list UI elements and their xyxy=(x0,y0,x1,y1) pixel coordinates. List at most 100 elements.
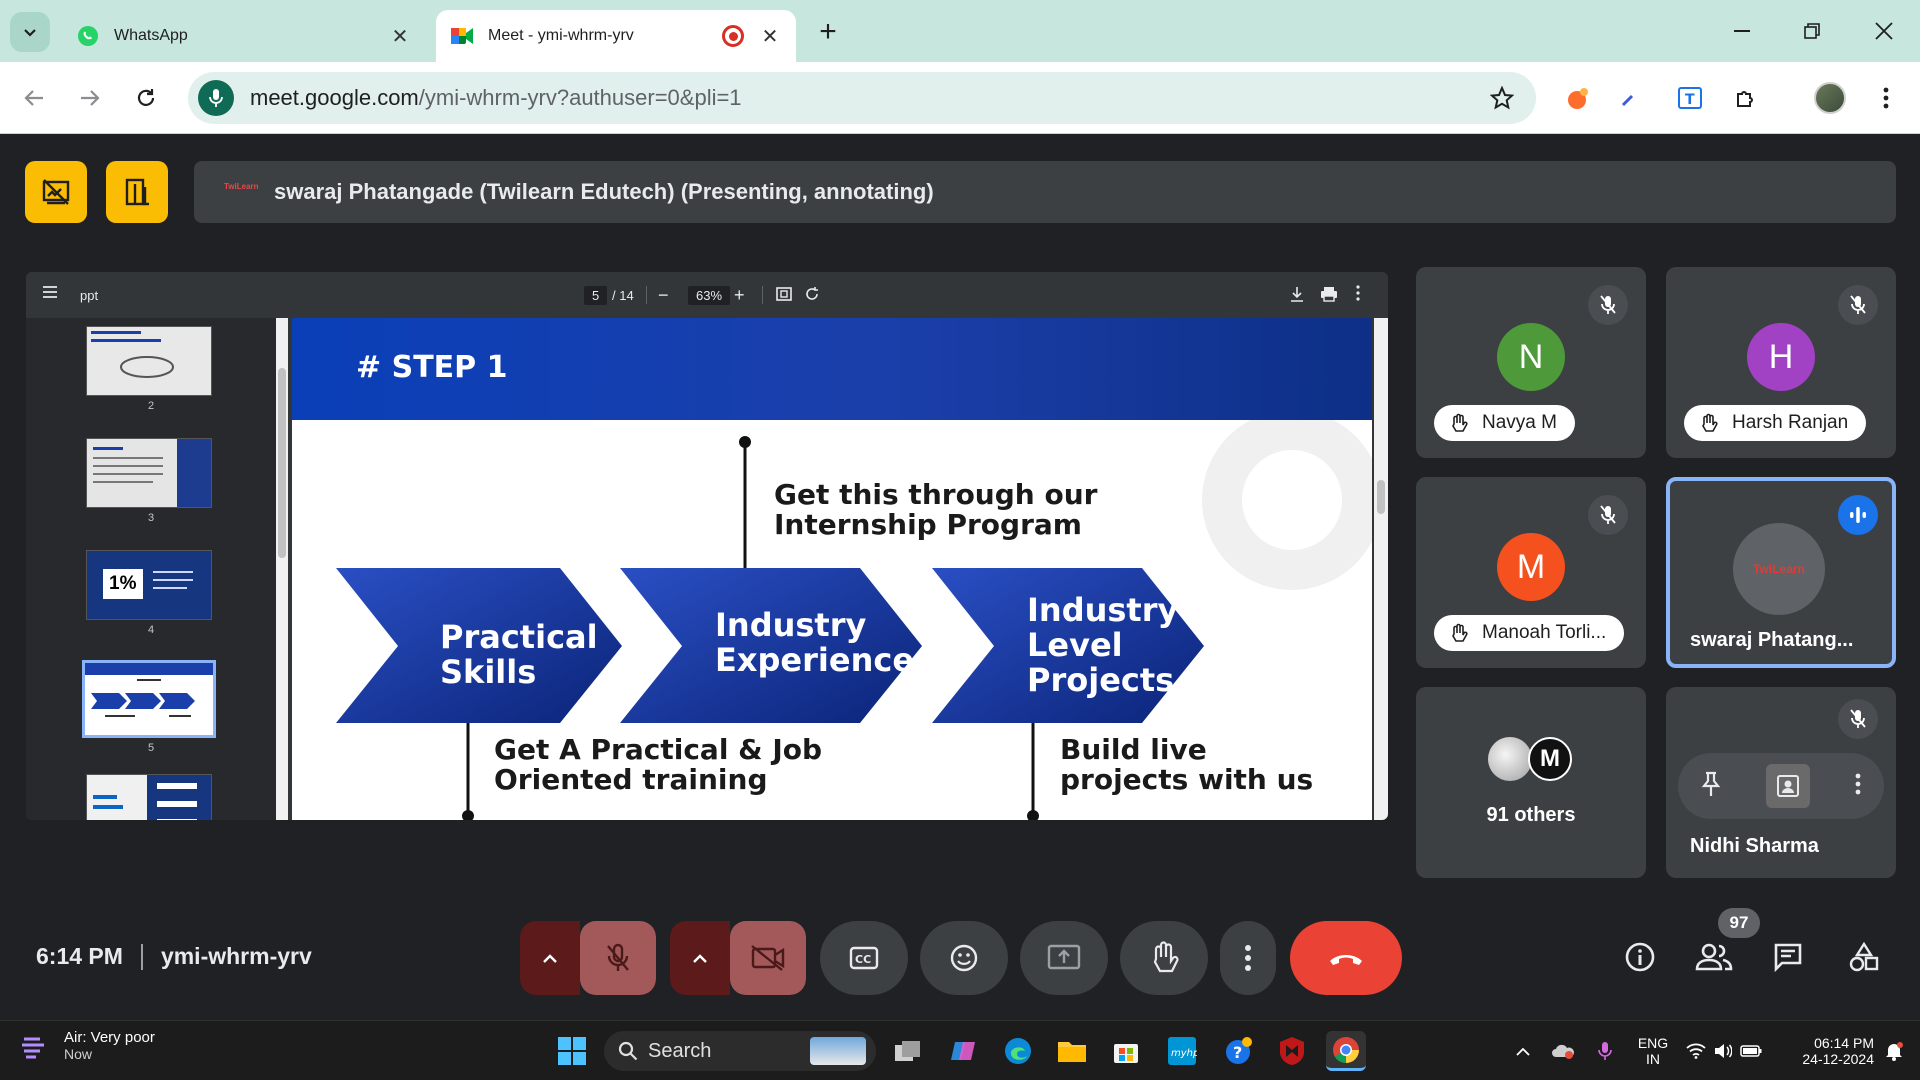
extensions-puzzle-icon[interactable] xyxy=(1726,78,1766,118)
tab-search-button[interactable] xyxy=(10,12,50,52)
captions-button[interactable]: CC xyxy=(820,921,908,995)
divider xyxy=(762,286,763,304)
page-thumbnail[interactable] xyxy=(86,326,212,396)
forward-button[interactable] xyxy=(70,78,110,118)
page-thumbnail[interactable]: 1% xyxy=(86,550,212,620)
restore-icon xyxy=(1804,23,1820,39)
rotate-icon[interactable] xyxy=(804,286,820,305)
svg-text:CC: CC xyxy=(855,953,871,966)
more-options-icon[interactable] xyxy=(1356,285,1360,304)
present-screen-button[interactable] xyxy=(1020,921,1108,995)
url-path: /ymi-whrm-yrv?authuser=0&pli=1 xyxy=(418,85,742,110)
presentation-layout-button[interactable] xyxy=(106,161,168,223)
callout-line: Oriented training xyxy=(494,763,768,796)
help-tips-icon[interactable]: ? xyxy=(1218,1031,1258,1071)
microsoft-store-icon[interactable] xyxy=(1106,1031,1146,1071)
mcafee-icon[interactable] xyxy=(1272,1031,1312,1071)
close-tab-icon[interactable]: ✕ xyxy=(758,24,782,48)
close-window-button[interactable] xyxy=(1856,10,1912,52)
notifications-bell-icon[interactable] xyxy=(1876,1021,1912,1080)
print-icon[interactable] xyxy=(1320,286,1338,305)
onedrive-icon[interactable] xyxy=(1548,1021,1578,1080)
people-button[interactable] xyxy=(1688,931,1740,983)
input-language[interactable]: ENG IN xyxy=(1628,1021,1678,1080)
minimize-button[interactable] xyxy=(1714,10,1770,52)
participant-tile[interactable]: M Manoah Torli... xyxy=(1416,477,1646,668)
microphone-tray-icon[interactable] xyxy=(1590,1021,1620,1080)
mic-off-icon xyxy=(1838,285,1878,325)
close-icon xyxy=(1875,22,1893,40)
windows-start-button[interactable] xyxy=(552,1031,592,1071)
chrome-menu-icon[interactable] xyxy=(1866,78,1906,118)
translate-extension-icon[interactable]: T xyxy=(1670,78,1710,118)
chrome-taskbar-icon[interactable] xyxy=(1326,1031,1366,1071)
address-bar[interactable]: meet.google.com/ymi-whrm-yrv?authuser=0&… xyxy=(188,72,1536,124)
close-tab-icon[interactable]: ✕ xyxy=(388,24,412,48)
leave-call-button[interactable] xyxy=(1290,921,1402,995)
zoom-out-button[interactable]: − xyxy=(658,285,669,306)
participant-tile[interactable]: N Navya M xyxy=(1416,267,1646,458)
zoom-in-button[interactable]: + xyxy=(734,285,745,306)
participant-tile[interactable]: H Harsh Ranjan xyxy=(1666,267,1896,458)
new-tab-button[interactable]: + xyxy=(812,15,844,48)
participant-avatar: TwiLearn xyxy=(1733,523,1825,615)
emoji-icon xyxy=(950,944,978,972)
participant-tile-speaking[interactable]: TwiLearn swaraj Phatang... xyxy=(1666,477,1896,668)
pen-extension-icon[interactable] xyxy=(1610,78,1650,118)
bookmark-star-icon[interactable] xyxy=(1482,78,1522,118)
url-text[interactable]: meet.google.com/ymi-whrm-yrv?authuser=0&… xyxy=(250,85,1482,111)
pdf-viewer: ppt 5 / 14 − 63% + 2 3 1% 4 5 # STEP 1 G… xyxy=(26,272,1388,820)
avatar-logo-text: TwiLearn xyxy=(1753,562,1805,576)
participant-tile[interactable]: Nidhi Sharma xyxy=(1666,687,1896,878)
page-thumbnail-selected[interactable] xyxy=(82,660,216,738)
sidebar-scrollbar[interactable] xyxy=(276,318,288,820)
hamburger-menu-icon[interactable] xyxy=(42,285,58,302)
tab-meet[interactable]: Meet - ymi-whrm-yrv ✕ xyxy=(436,10,796,62)
task-view-icon[interactable] xyxy=(888,1031,928,1071)
toggle-camera-button[interactable] xyxy=(730,921,806,995)
slide-callout-bottom-right: Build live projects with us xyxy=(1060,735,1313,795)
thumbnail-number: 4 xyxy=(147,624,155,636)
slide-header-band: # STEP 1 xyxy=(292,318,1372,420)
file-explorer-icon[interactable] xyxy=(1052,1031,1092,1071)
raise-hand-button[interactable] xyxy=(1120,921,1208,995)
system-clock[interactable]: 06:14 PM 24-12-2024 xyxy=(1774,1021,1874,1080)
show-hidden-icons[interactable] xyxy=(1508,1021,1538,1080)
activities-button[interactable] xyxy=(1838,931,1890,983)
profile-avatar[interactable] xyxy=(1810,78,1850,118)
tab-whatsapp[interactable]: WhatsApp ✕ xyxy=(62,10,426,62)
copilot-icon[interactable] xyxy=(944,1031,984,1071)
camera-off-icon xyxy=(751,945,785,971)
more-options-button[interactable] xyxy=(1220,921,1276,995)
page-thumbnail[interactable] xyxy=(86,438,212,508)
others-tile[interactable]: M 91 others xyxy=(1416,687,1646,878)
video-settings-button[interactable] xyxy=(670,921,730,995)
back-button[interactable] xyxy=(14,78,54,118)
air-quality-icon xyxy=(22,1037,44,1058)
toggle-microphone-button[interactable] xyxy=(580,921,656,995)
download-icon[interactable] xyxy=(1290,286,1304,305)
pin-icon[interactable] xyxy=(1701,771,1721,802)
edge-browser-icon[interactable] xyxy=(998,1031,1038,1071)
weather-widget[interactable]: Air: Very poor Now xyxy=(20,1029,155,1062)
microphone-in-use-icon[interactable] xyxy=(198,80,234,116)
chat-button[interactable] xyxy=(1762,931,1814,983)
more-options-icon[interactable] xyxy=(1855,773,1861,800)
fit-page-icon[interactable] xyxy=(776,287,792,304)
taskbar-search[interactable]: Search xyxy=(604,1031,876,1071)
reactions-button[interactable] xyxy=(920,921,1008,995)
network-sound-battery[interactable] xyxy=(1684,1021,1764,1080)
mic-off-icon xyxy=(607,943,629,971)
restore-button[interactable] xyxy=(1784,10,1840,52)
page-number-input[interactable]: 5 xyxy=(584,285,608,305)
zoom-level-input[interactable]: 63% xyxy=(688,285,731,305)
frame-participant-icon[interactable] xyxy=(1765,764,1810,808)
extension-icon[interactable] xyxy=(1558,78,1598,118)
meeting-details-button[interactable] xyxy=(1614,931,1666,983)
reload-button[interactable] xyxy=(126,78,166,118)
audio-settings-button[interactable] xyxy=(520,921,580,995)
stop-annotating-button[interactable] xyxy=(25,161,87,223)
page-thumbnail[interactable] xyxy=(86,774,212,820)
page-scrollbar[interactable] xyxy=(1374,318,1388,820)
myhp-icon[interactable]: myhp xyxy=(1162,1031,1202,1071)
